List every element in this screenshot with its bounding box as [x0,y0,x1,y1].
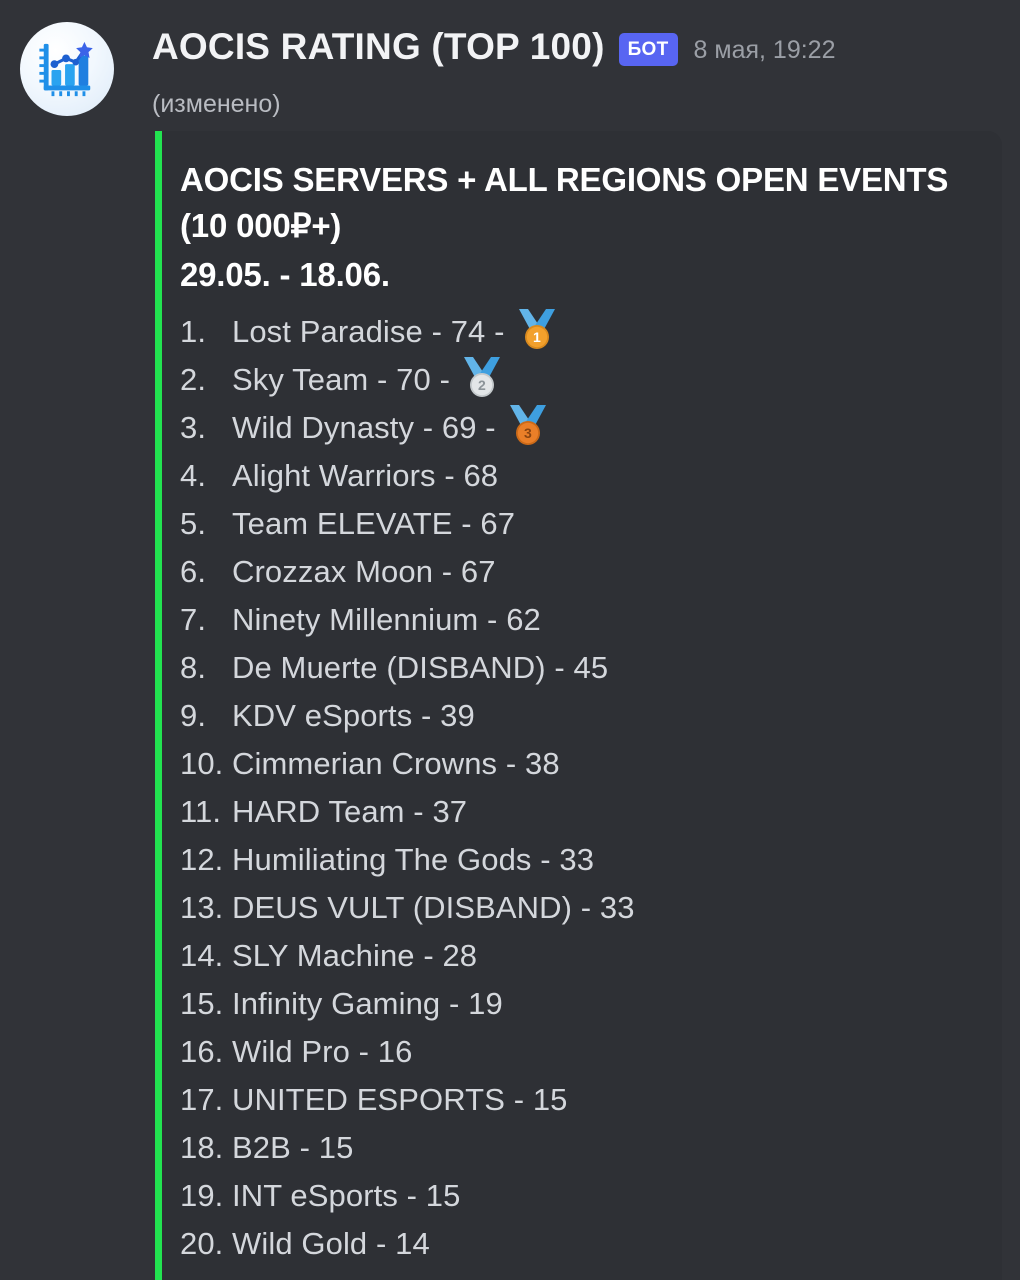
svg-text:3: 3 [524,425,532,441]
rank-number: 14. [180,938,224,973]
rank-entry-text: Lost Paradise - 74 - [232,314,505,349]
rank-number: 11. [180,794,222,829]
rank-entry-text: Humiliating The Gods - 33 [232,842,595,877]
rank-number: 20. [180,1226,224,1261]
embed-title-line-1: AOCIS SERVERS + ALL REGIONS OPEN EVENTS [180,161,949,198]
rank-number: 17. [180,1082,224,1117]
rank-number: 4. [180,458,207,493]
embed-content: AOCIS SERVERS + ALL REGIONS OPEN EVENTS … [162,131,1002,1280]
embed-accent-bar [155,131,162,1280]
rank-entry-text: UNITED ESPORTS - 15 [232,1082,568,1117]
list-item: 11. HARD Team - 37 [180,788,1002,836]
list-item: 17. UNITED ESPORTS - 15 [180,1076,1002,1124]
embed-block: AOCIS SERVERS + ALL REGIONS OPEN EVENTS … [155,131,1002,1280]
list-item: 15. Infinity Gaming - 19 [180,980,1002,1028]
list-item: 3. Wild Dynasty - 69 - 3 [180,404,1002,452]
rank-number: 9. [180,698,207,733]
list-item: 9. KDV eSports - 39 [180,692,1002,740]
rank-entry-text: DEUS VULT (DISBAND) - 33 [232,890,635,925]
list-item: 2. Sky Team - 70 - 2 [180,356,1002,404]
rank-number: 12. [180,842,224,877]
list-item: 13. DEUS VULT (DISBAND) - 33 [180,884,1002,932]
list-item: 14. SLY Machine - 28 [180,932,1002,980]
rank-entry-text: B2B - 15 [232,1130,354,1165]
bar-chart-star-icon [39,41,93,97]
rank-number: 1. [180,314,207,349]
rank-entry-text: Ninety Millennium - 62 [232,602,541,637]
message-header: AOCIS RATING (TOP 100) БОТ 8 мая, 19:22 … [0,0,1020,128]
rank-entry-text: Wild Dynasty - 69 - [232,410,496,445]
silver-medal-icon: 2 [464,357,501,397]
bronze-medal-icon: 3 [506,403,550,447]
silver-medal-icon: 2 [460,355,504,399]
rank-entry-text: Wild Gold - 14 [232,1226,430,1261]
svg-text:1: 1 [533,329,541,345]
rank-number: 18. [180,1130,224,1165]
rank-number: 13. [180,890,224,925]
list-item: 5. Team ELEVATE - 67 [180,500,1002,548]
list-item: 16. Wild Pro - 16 [180,1028,1002,1076]
svg-text:2: 2 [478,377,486,393]
list-item: 6. Crozzax Moon - 67 [180,548,1002,596]
list-item: 19. INT eSports - 15 [180,1172,1002,1220]
rank-number: 16. [180,1034,224,1069]
embed-title-line-2: (10 000₽+) [180,207,342,244]
rank-number: 19. [180,1178,224,1213]
list-item: 1. Lost Paradise - 74 - 1 [180,308,1002,356]
embed-date-range: 29.05. - 18.06. [180,256,390,293]
author-name[interactable]: AOCIS RATING (TOP 100) [152,24,605,70]
rank-entry-text: Cimmerian Crowns - 38 [232,746,560,781]
rank-entry-text: Alight Warriors - 68 [232,458,499,493]
list-item: 18. B2B - 15 [180,1124,1002,1172]
list-item: 10. Cimmerian Crowns - 38 [180,740,1002,788]
rank-number: 10. [180,746,224,781]
rank-entry-text: Wild Pro - 16 [232,1034,413,1069]
rank-entry-text: SLY Machine - 28 [232,938,478,973]
rank-entry-text: Infinity Gaming - 19 [232,986,503,1021]
rank-number: 5. [180,506,207,541]
edited-label: (изменено) [152,90,281,118]
rank-entry-text: INT eSports - 15 [232,1178,461,1213]
rank-number: 6. [180,554,207,589]
list-item: 4. Alight Warriors - 68 [180,452,1002,500]
bronze-medal-icon: 3 [509,405,546,445]
bot-badge: БОТ [618,32,678,66]
rank-entry-text: KDV eSports - 39 [232,698,475,733]
gold-medal-icon: 1 [518,309,555,349]
list-item: 12. Humiliating The Gods - 33 [180,836,1002,884]
ranking-list: 1. Lost Paradise - 74 - 1 2. Sky Team - 70… [180,308,1002,1268]
rank-entry-text: Sky Team - 70 - [232,362,451,397]
embed-title: AOCIS SERVERS + ALL REGIONS OPEN EVENTS … [180,157,970,249]
avatar[interactable] [20,22,114,116]
rank-number: 7. [180,602,207,637]
rank-number: 2. [180,362,207,397]
rank-number: 3. [180,410,207,445]
gold-medal-icon: 1 [515,307,559,351]
rank-number: 8. [180,650,207,685]
rank-entry-text: Crozzax Moon - 67 [232,554,496,589]
list-item: 7. Ninety Millennium - 62 [180,596,1002,644]
rank-entry-text: Team ELEVATE - 67 [232,506,516,541]
list-item: 20. Wild Gold - 14 [180,1220,1002,1268]
author-line: AOCIS RATING (TOP 100) БОТ 8 мая, 19:22 [152,24,835,70]
rank-entry-text: HARD Team - 37 [232,794,468,829]
list-item: 8. De Muerte (DISBAND) - 45 [180,644,1002,692]
message-timestamp: 8 мая, 19:22 [693,35,836,64]
rank-number: 15. [180,986,224,1021]
rank-entry-text: De Muerte (DISBAND) - 45 [232,650,609,685]
